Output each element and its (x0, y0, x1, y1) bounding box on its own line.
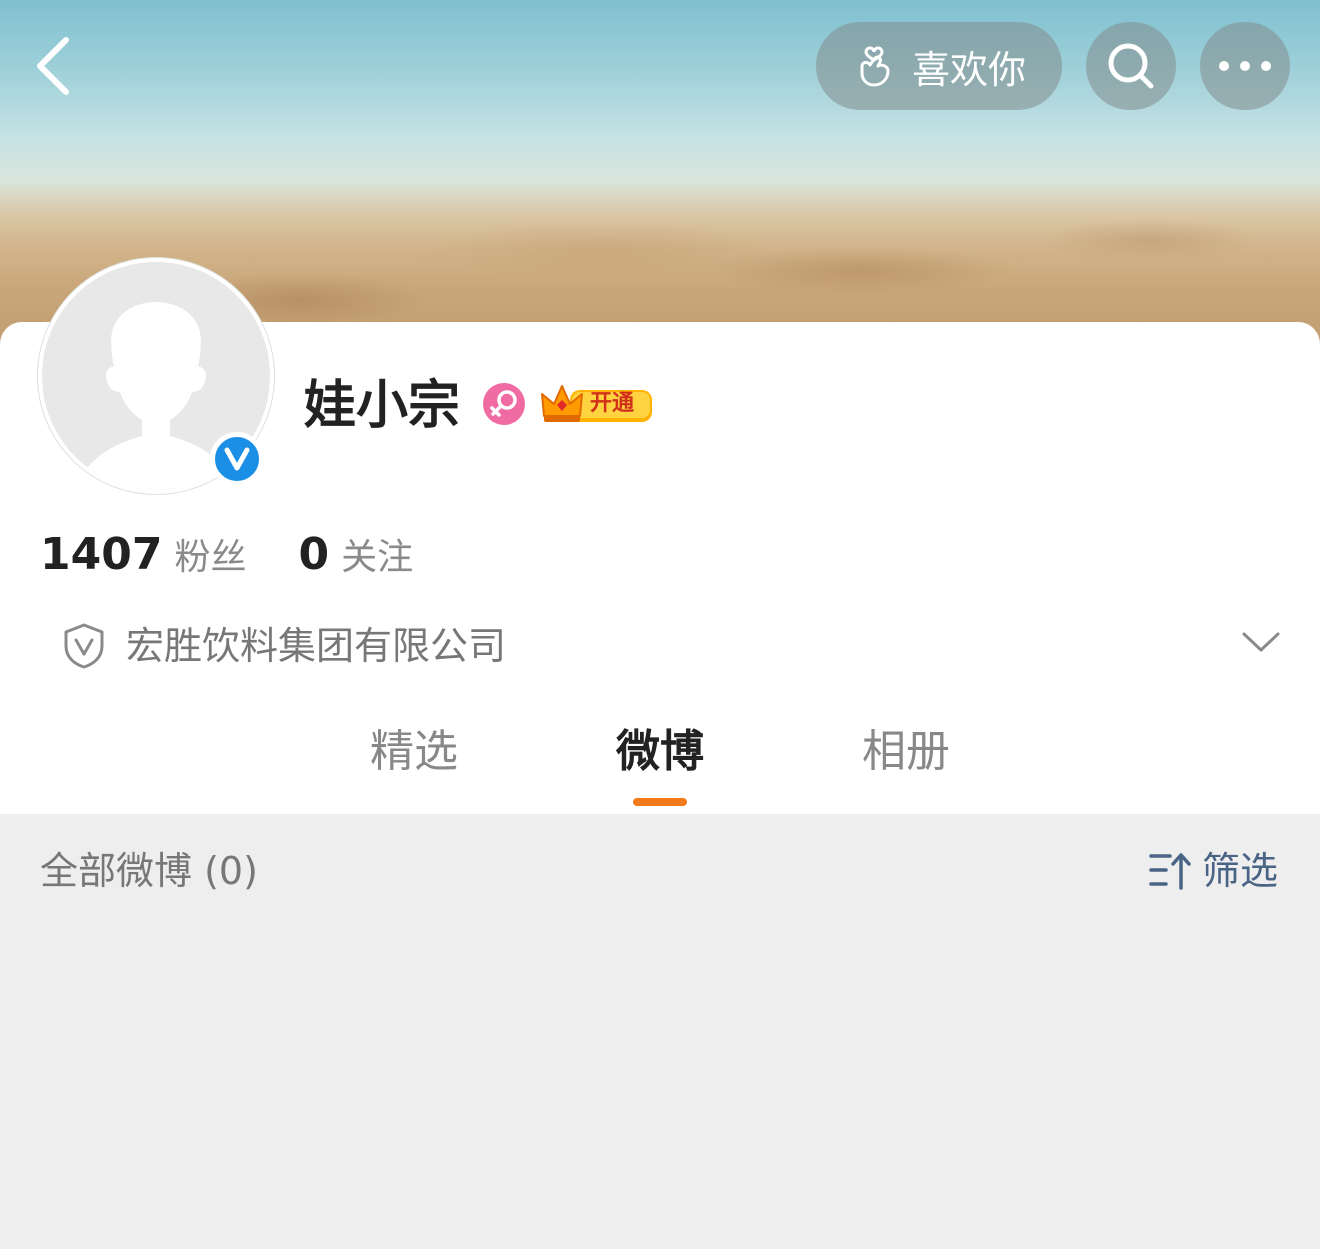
like-button-label: 喜欢你 (911, 47, 1026, 92)
search-button[interactable] (1086, 22, 1176, 110)
filter-button[interactable]: 筛选 (1148, 843, 1278, 899)
followers-count[interactable]: 1407 (40, 529, 162, 580)
verified-icon (224, 447, 250, 471)
feed-title: 全部微博 (0) (40, 849, 258, 893)
verified-badge (210, 432, 264, 486)
hand-heart-icon (860, 46, 890, 87)
following-label[interactable]: 关注 (341, 528, 413, 580)
more-icon (1219, 61, 1271, 71)
search-icon (1108, 43, 1154, 89)
profile-tabs: 精选 微博 相册 (0, 716, 1320, 814)
female-icon (483, 383, 525, 425)
more-button[interactable] (1200, 22, 1290, 110)
filter-label: 筛选 (1202, 849, 1279, 893)
back-button[interactable] (28, 30, 84, 102)
followers-label[interactable]: 粉丝 (174, 528, 246, 580)
vip-label: 开通 (590, 391, 635, 416)
back-arrow-icon (37, 37, 69, 95)
following-count[interactable]: 0 (298, 529, 329, 580)
tab-featured[interactable]: 精选 (370, 722, 458, 782)
username: 娃小宗 (304, 376, 461, 436)
profile-page: 喜欢你 娃小宗 开通 1407 粉丝 0 关注 宏胜饮料集团有限公司 精选 微博… (0, 0, 1320, 1249)
chevron-down-icon[interactable] (1240, 628, 1282, 656)
shield-icon (64, 623, 104, 669)
feed-header: 全部微博 (0) 筛选 (0, 815, 1320, 925)
sort-filter-icon (1149, 853, 1191, 890)
company-name: 宏胜饮料集团有限公司 (126, 624, 507, 668)
stats-row: 1407 粉丝 0 关注 (40, 528, 413, 580)
tab-album[interactable]: 相册 (862, 722, 950, 782)
like-button[interactable]: 喜欢你 (816, 22, 1062, 110)
company-verification-row[interactable]: 宏胜饮料集团有限公司 (0, 608, 1320, 684)
active-tab-indicator (633, 798, 687, 806)
tab-weibo[interactable]: 微博 (616, 722, 704, 782)
